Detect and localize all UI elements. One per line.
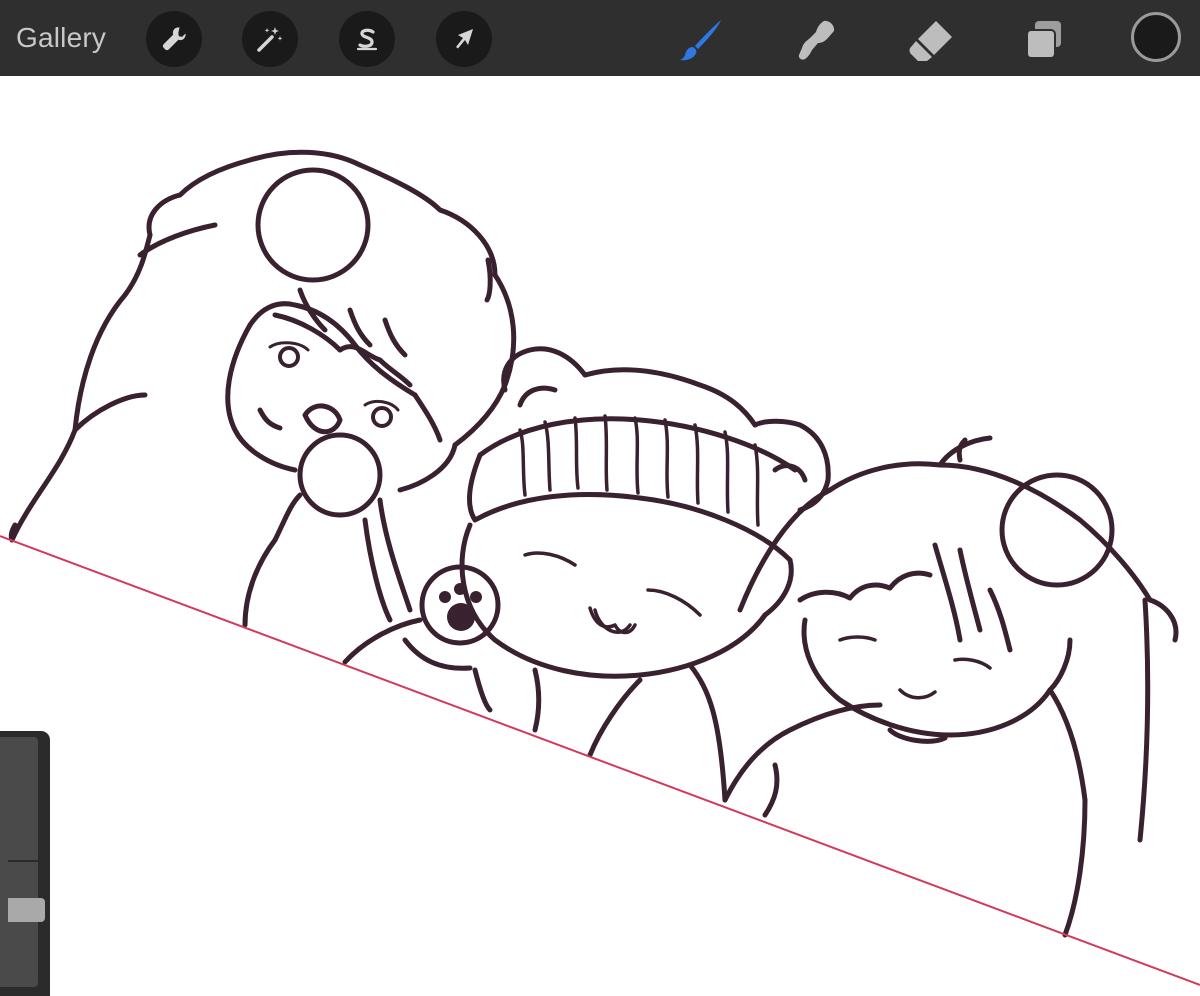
left-sidebar <box>0 731 50 996</box>
wrench-icon <box>162 27 186 51</box>
eraser-tool-button[interactable] <box>905 14 957 66</box>
procreate-app: Gallery <box>0 0 1200 996</box>
paintbrush-icon <box>680 20 721 61</box>
brush-size-slider[interactable] <box>0 737 38 987</box>
perspective-guide-line <box>0 535 1200 986</box>
adjustments-button[interactable] <box>242 11 298 67</box>
smudge-finger-icon <box>798 20 835 60</box>
opacity-slider-thumb[interactable] <box>8 898 45 922</box>
selection-s-icon <box>356 28 378 51</box>
slider-separator <box>8 860 46 862</box>
smudge-tool-button[interactable] <box>791 14 843 66</box>
artwork-line-drawing <box>0 149 1200 986</box>
magic-wand-icon <box>257 27 283 52</box>
drawing-canvas[interactable] <box>0 76 1200 996</box>
gallery-button[interactable]: Gallery <box>16 20 106 56</box>
top-toolbar: Gallery <box>0 0 1200 76</box>
brush-tool-button[interactable] <box>675 14 727 66</box>
layers-button[interactable] <box>1018 14 1070 66</box>
arrow-cursor-icon <box>456 29 473 49</box>
selection-button[interactable] <box>339 11 395 67</box>
transform-button[interactable] <box>436 11 492 67</box>
layers-icon <box>1026 21 1061 59</box>
eraser-icon <box>909 21 952 61</box>
color-picker-button[interactable] <box>1131 12 1181 62</box>
actions-button[interactable] <box>146 11 202 67</box>
